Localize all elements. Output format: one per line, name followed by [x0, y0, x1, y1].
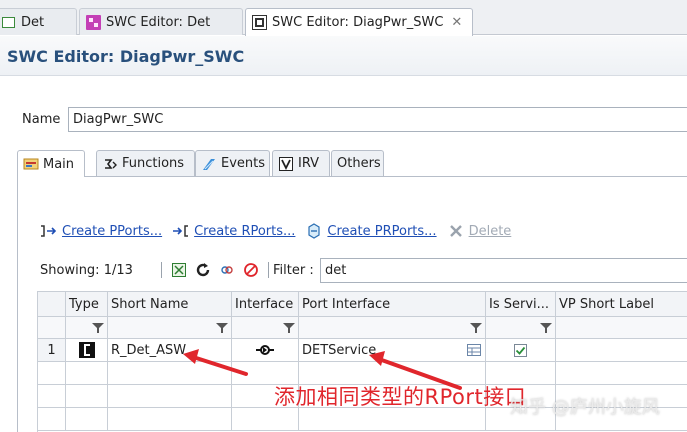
swc-editor-icon [252, 15, 267, 30]
tab-events[interactable]: Events [195, 150, 270, 176]
functions-icon [102, 156, 118, 172]
table-cell-interface[interactable] [232, 339, 299, 362]
funnel-icon [540, 322, 552, 334]
empty-row-cell [66, 408, 108, 431]
create-pport-icon [40, 223, 58, 239]
watermark: 知乎 @庐州小旋风 [510, 397, 660, 418]
refresh-icon[interactable] [193, 260, 213, 280]
column-filter[interactable] [299, 317, 486, 339]
delete-link[interactable]: Delete [469, 224, 512, 239]
filter-input[interactable] [320, 258, 687, 283]
editor-tab-strip: Det SWC Editor: Det SWC Editor: DiagPwr_… [0, 0, 687, 36]
table-cell-is-service[interactable] [486, 339, 556, 362]
create-prports-action[interactable]: Create PRPorts... [305, 223, 437, 239]
empty-row-cell [108, 408, 232, 431]
empty-row-cell [38, 385, 66, 408]
irv-icon [278, 156, 294, 172]
table-cell-short-name[interactable]: R_Det_ASW [108, 339, 232, 362]
tab-label: Functions [122, 156, 185, 171]
create-prports-link[interactable]: Create PRPorts... [327, 224, 436, 239]
column-filter[interactable] [232, 317, 299, 339]
filter-row-spacer [38, 317, 66, 339]
delete-action[interactable]: Delete [447, 223, 512, 239]
port-interface-value: DETService [302, 342, 377, 358]
browse-table-icon[interactable] [467, 344, 481, 356]
tab-irv[interactable]: IRV [272, 150, 330, 176]
column-header-short-name[interactable]: Short Name [108, 292, 232, 317]
is-service-checkbox[interactable] [514, 343, 527, 357]
funnel-icon [470, 322, 482, 334]
component-icon [1, 15, 16, 30]
client-server-icon [255, 343, 275, 357]
column-header-vp-short-label[interactable]: VP Short Label [556, 292, 687, 317]
row-number: 1 [38, 339, 66, 362]
empty-row-cell [66, 385, 108, 408]
empty-row-cell [66, 362, 108, 385]
column-filter[interactable] [66, 317, 108, 339]
filter-label: Filter : [273, 263, 314, 278]
empty-row-cell [108, 385, 232, 408]
create-pports-action[interactable]: Create PPorts... [40, 223, 162, 239]
close-icon[interactable]: ✕ [451, 15, 462, 30]
column-header-type[interactable]: Type [66, 292, 108, 317]
receiver-port-icon [78, 342, 95, 358]
tab-label: Main [43, 156, 75, 172]
editor-tab-det[interactable]: Det [0, 8, 77, 35]
empty-row-cell [299, 408, 486, 431]
table-cell-vp-short-label[interactable] [556, 339, 687, 362]
empty-row-cell [38, 408, 66, 431]
funnel-icon [216, 322, 228, 334]
create-rport-icon [172, 223, 190, 239]
empty-row-cell [232, 408, 299, 431]
editor-tab-label: SWC Editor: DiagPwr_SWC [272, 15, 444, 30]
table-cell-port-interface[interactable]: DETService [299, 339, 486, 362]
tab-others[interactable]: Others [331, 150, 384, 176]
editor-title-bar: SWC Editor: DiagPwr_SWC [0, 36, 687, 76]
tab-main[interactable]: Main [17, 150, 85, 177]
tab-label: Others [337, 156, 381, 171]
tab-label: Events [221, 156, 266, 171]
annotation-text: 添加相同类型的RPort接口 [274, 385, 527, 409]
link-editor-icon[interactable] [217, 260, 237, 280]
showing-count: Showing: 1/13 [40, 263, 133, 278]
create-rports-link[interactable]: Create RPorts... [194, 224, 295, 239]
delete-icon [447, 223, 465, 239]
editor-tab-label: Det [21, 14, 45, 30]
empty-row-cell [556, 362, 687, 385]
funnel-icon [283, 322, 295, 334]
empty-row-cell [108, 362, 232, 385]
tab-label: IRV [298, 156, 320, 171]
row-number-header [38, 292, 66, 317]
tab-functions[interactable]: Functions [96, 150, 195, 176]
toolbar-separator [161, 262, 162, 278]
page-title: SWC Editor: DiagPwr_SWC [7, 47, 245, 66]
name-label: Name [22, 112, 61, 127]
swc-editor-icon [86, 14, 101, 30]
port-actions-bar: Create PPorts... Create RPorts... Create… [40, 221, 521, 241]
editor-tab-swc-det[interactable]: SWC Editor: Det [79, 8, 243, 35]
create-rports-action[interactable]: Create RPorts... [172, 223, 295, 239]
create-pports-link[interactable]: Create PPorts... [62, 224, 162, 239]
column-header-interface[interactable]: Interface [232, 292, 299, 317]
clear-filter-icon[interactable] [241, 260, 261, 280]
funnel-icon [92, 322, 104, 334]
table-tools [156, 259, 274, 281]
events-icon [201, 156, 217, 172]
column-filter[interactable] [486, 317, 556, 339]
main-icon [23, 156, 39, 172]
toolbar-separator [268, 262, 269, 278]
column-header-is-service[interactable]: Is Servi... [486, 292, 556, 317]
column-header-port-interface[interactable]: Port Interface [299, 292, 486, 317]
editor-tab-label: SWC Editor: Det [106, 14, 211, 30]
column-filter[interactable] [556, 317, 687, 339]
editor-tab-swc-diagpwr[interactable]: SWC Editor: DiagPwr_SWC ✕ [245, 8, 473, 36]
create-prport-icon [305, 223, 323, 239]
table-cell-type[interactable] [66, 339, 108, 362]
name-field[interactable] [68, 107, 687, 132]
column-filter[interactable] [108, 317, 232, 339]
export-excel-icon[interactable] [169, 260, 189, 280]
empty-row-cell [38, 362, 66, 385]
